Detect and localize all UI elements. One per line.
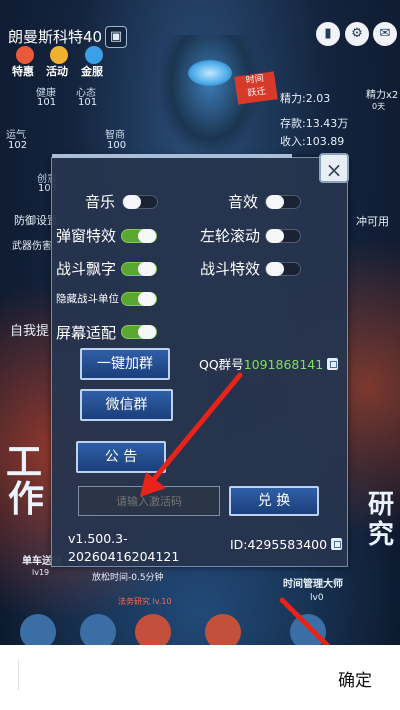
bike-delivery-level: lv19 bbox=[32, 568, 50, 577]
copy-icon[interactable] bbox=[327, 358, 339, 370]
option-label-wheel-scroll: 左轮滚动 bbox=[200, 227, 261, 245]
service-icon[interactable] bbox=[85, 46, 103, 64]
stat-value-health: 101 bbox=[37, 97, 57, 108]
nav-icon-1[interactable] bbox=[20, 614, 56, 645]
speed-label[interactable]: 精力x2 bbox=[366, 86, 398, 101]
task-legal: 法务研究 lv.10 bbox=[118, 597, 172, 606]
qq-group-line: QQ群号1091868141 bbox=[199, 354, 339, 373]
option-label-screen-fit: 屏幕适配 bbox=[56, 324, 117, 342]
hero-visor bbox=[188, 60, 232, 86]
task-relax: 放松时间-0.5分钟 bbox=[92, 573, 164, 583]
qq-number: 1091868141 bbox=[243, 357, 324, 372]
time-warp-flag[interactable]: 时间 跃迁 bbox=[234, 71, 278, 105]
dialog-top-bar bbox=[52, 154, 292, 158]
qq-label: QQ群号 bbox=[199, 357, 244, 372]
battle-effect-toggle[interactable] bbox=[265, 262, 301, 276]
copy-id-icon[interactable] bbox=[331, 538, 343, 550]
toggle-knob bbox=[266, 195, 284, 209]
user-id: ID:4295583400 bbox=[230, 537, 328, 552]
battle-text-toggle[interactable] bbox=[121, 262, 157, 276]
toggle-knob bbox=[138, 262, 156, 276]
mail-icon[interactable]: ✉ bbox=[373, 22, 397, 46]
sfx-toggle[interactable] bbox=[265, 195, 301, 209]
tab-event[interactable]: 活动 bbox=[46, 63, 68, 79]
speed-sub: 0天 bbox=[372, 102, 386, 111]
weapon-damage-label: 武器伤害 bbox=[12, 241, 52, 252]
toggle-knob bbox=[266, 229, 284, 243]
option-label-battle-text: 战斗飘字 bbox=[56, 260, 117, 278]
version-text: v1.500.3- 20260416204121 bbox=[68, 531, 180, 564]
stat-label-luck: 运气 bbox=[6, 130, 26, 141]
tab-deal[interactable]: 特惠 bbox=[12, 63, 34, 79]
player-name: 朗曼斯科特40 bbox=[8, 28, 103, 46]
join-group-button[interactable]: 一键加群 bbox=[80, 348, 170, 380]
option-label-popup-effect: 弹窗特效 bbox=[56, 227, 117, 245]
toggle-knob bbox=[138, 292, 156, 306]
activation-code-input[interactable] bbox=[78, 486, 220, 516]
gear-icon[interactable]: ⚙ bbox=[345, 22, 369, 46]
bar-divider bbox=[18, 660, 19, 690]
work-char-2: 作 bbox=[8, 479, 45, 520]
toggle-knob bbox=[138, 325, 156, 339]
close-button[interactable]: × bbox=[319, 153, 349, 183]
confirm-button[interactable]: 确定 bbox=[338, 666, 372, 691]
nav-icon-2[interactable] bbox=[80, 614, 116, 645]
option-label-hide-units: 隐藏战斗单位 bbox=[56, 293, 119, 305]
stat-label-iq: 智商 bbox=[105, 130, 125, 141]
option-label-sfx: 音效 bbox=[228, 193, 259, 211]
exchange-button[interactable]: 兑 换 bbox=[229, 486, 319, 516]
research-label[interactable]: 研 究 bbox=[368, 490, 394, 550]
self-improve-label[interactable]: 自我提 bbox=[10, 320, 49, 339]
wheel-scroll-toggle[interactable] bbox=[265, 229, 301, 243]
time-master-level: lv0 bbox=[310, 593, 324, 603]
income-stat: 收入:103.89 bbox=[280, 135, 345, 148]
music-toggle[interactable] bbox=[122, 195, 158, 209]
wechat-group-button[interactable]: 微信群 bbox=[80, 389, 173, 421]
stat-value-mood: 101 bbox=[78, 97, 98, 108]
nav-icon-4[interactable] bbox=[205, 614, 241, 645]
hide-units-toggle[interactable] bbox=[121, 292, 157, 306]
chart-icon[interactable]: ▮ bbox=[316, 22, 340, 46]
toggle-knob bbox=[266, 262, 284, 276]
option-label-music: 音乐 bbox=[85, 193, 116, 211]
toggle-knob bbox=[123, 195, 141, 209]
popup-effect-toggle[interactable] bbox=[121, 229, 157, 243]
savings-stat: 存款:13.43万 bbox=[280, 117, 349, 130]
stat-value-iq: 100 bbox=[107, 140, 127, 151]
notice-button[interactable]: 公 告 bbox=[76, 441, 166, 473]
nav-icon-3[interactable] bbox=[135, 614, 171, 645]
option-label-battle-effect: 战斗特效 bbox=[200, 260, 261, 278]
toggle-knob bbox=[138, 229, 156, 243]
available-label: 冲可用 bbox=[356, 215, 389, 228]
briefcase-icon[interactable]: ▣ bbox=[105, 26, 127, 48]
user-id-line: ID:4295583400 bbox=[230, 537, 343, 552]
deal-icon[interactable] bbox=[16, 46, 34, 64]
energy-stat: 精力:2.03 bbox=[280, 92, 331, 105]
tab-service[interactable]: 金服 bbox=[81, 63, 103, 79]
nav-icon-5[interactable] bbox=[290, 614, 326, 645]
stat-value-luck: 102 bbox=[8, 140, 28, 151]
event-icon[interactable] bbox=[50, 46, 68, 64]
screen-fit-toggle[interactable] bbox=[121, 325, 157, 339]
time-master-badge[interactable]: 时间管理大师 bbox=[283, 575, 343, 590]
